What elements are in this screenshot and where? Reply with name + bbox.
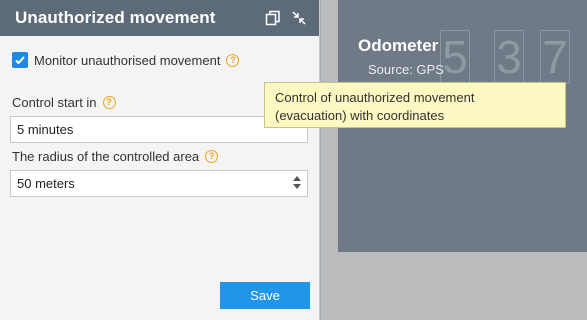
control-start-label-row: Control start in ? <box>12 95 116 110</box>
help-icon[interactable]: ? <box>226 53 240 67</box>
odometer-digit: 5 <box>440 30 470 84</box>
radius-label: The radius of the controlled area <box>12 149 200 164</box>
odometer-digit: 3 <box>494 30 524 84</box>
widget-source: Source: GPS <box>368 62 444 77</box>
save-button[interactable]: Save <box>220 282 310 309</box>
panel-header: Unauthorized movement <box>0 0 319 36</box>
stepper-down-icon[interactable] <box>293 184 301 189</box>
control-start-label: Control start in <box>12 95 97 110</box>
radius-stepper[interactable] <box>293 176 301 189</box>
radius-value: 50 meters <box>17 176 75 191</box>
widget-title: Odometer <box>358 36 439 55</box>
monitor-checkbox-row[interactable]: Monitor unauthorised movement ? <box>12 52 240 68</box>
radius-input[interactable]: 50 meters <box>10 170 308 197</box>
help-tooltip: Control of unauthorized movement (evacua… <box>264 82 566 128</box>
panel-title: Unauthorized movement <box>15 8 216 27</box>
settings-panel: Unauthorized movement Monitor unauthoris… <box>0 0 320 320</box>
help-icon[interactable]: ? <box>205 150 219 163</box>
header-actions <box>265 10 307 26</box>
collapse-icon[interactable] <box>291 10 307 26</box>
checkmark-icon <box>15 56 25 65</box>
stepper-up-icon[interactable] <box>293 176 301 181</box>
odometer-digit: 7 <box>540 30 570 84</box>
tooltip-line: Control of unauthorized movement <box>275 90 475 105</box>
tooltip-line: (evacuation) with coordinates <box>275 108 445 123</box>
help-icon[interactable]: ? <box>102 96 116 109</box>
monitor-checkbox[interactable] <box>12 52 28 68</box>
copy-icon[interactable] <box>265 10 281 26</box>
monitor-label: Monitor unauthorised movement <box>34 52 221 68</box>
control-start-value: 5 minutes <box>17 122 74 137</box>
radius-label-row: The radius of the controlled area ? <box>12 149 219 164</box>
